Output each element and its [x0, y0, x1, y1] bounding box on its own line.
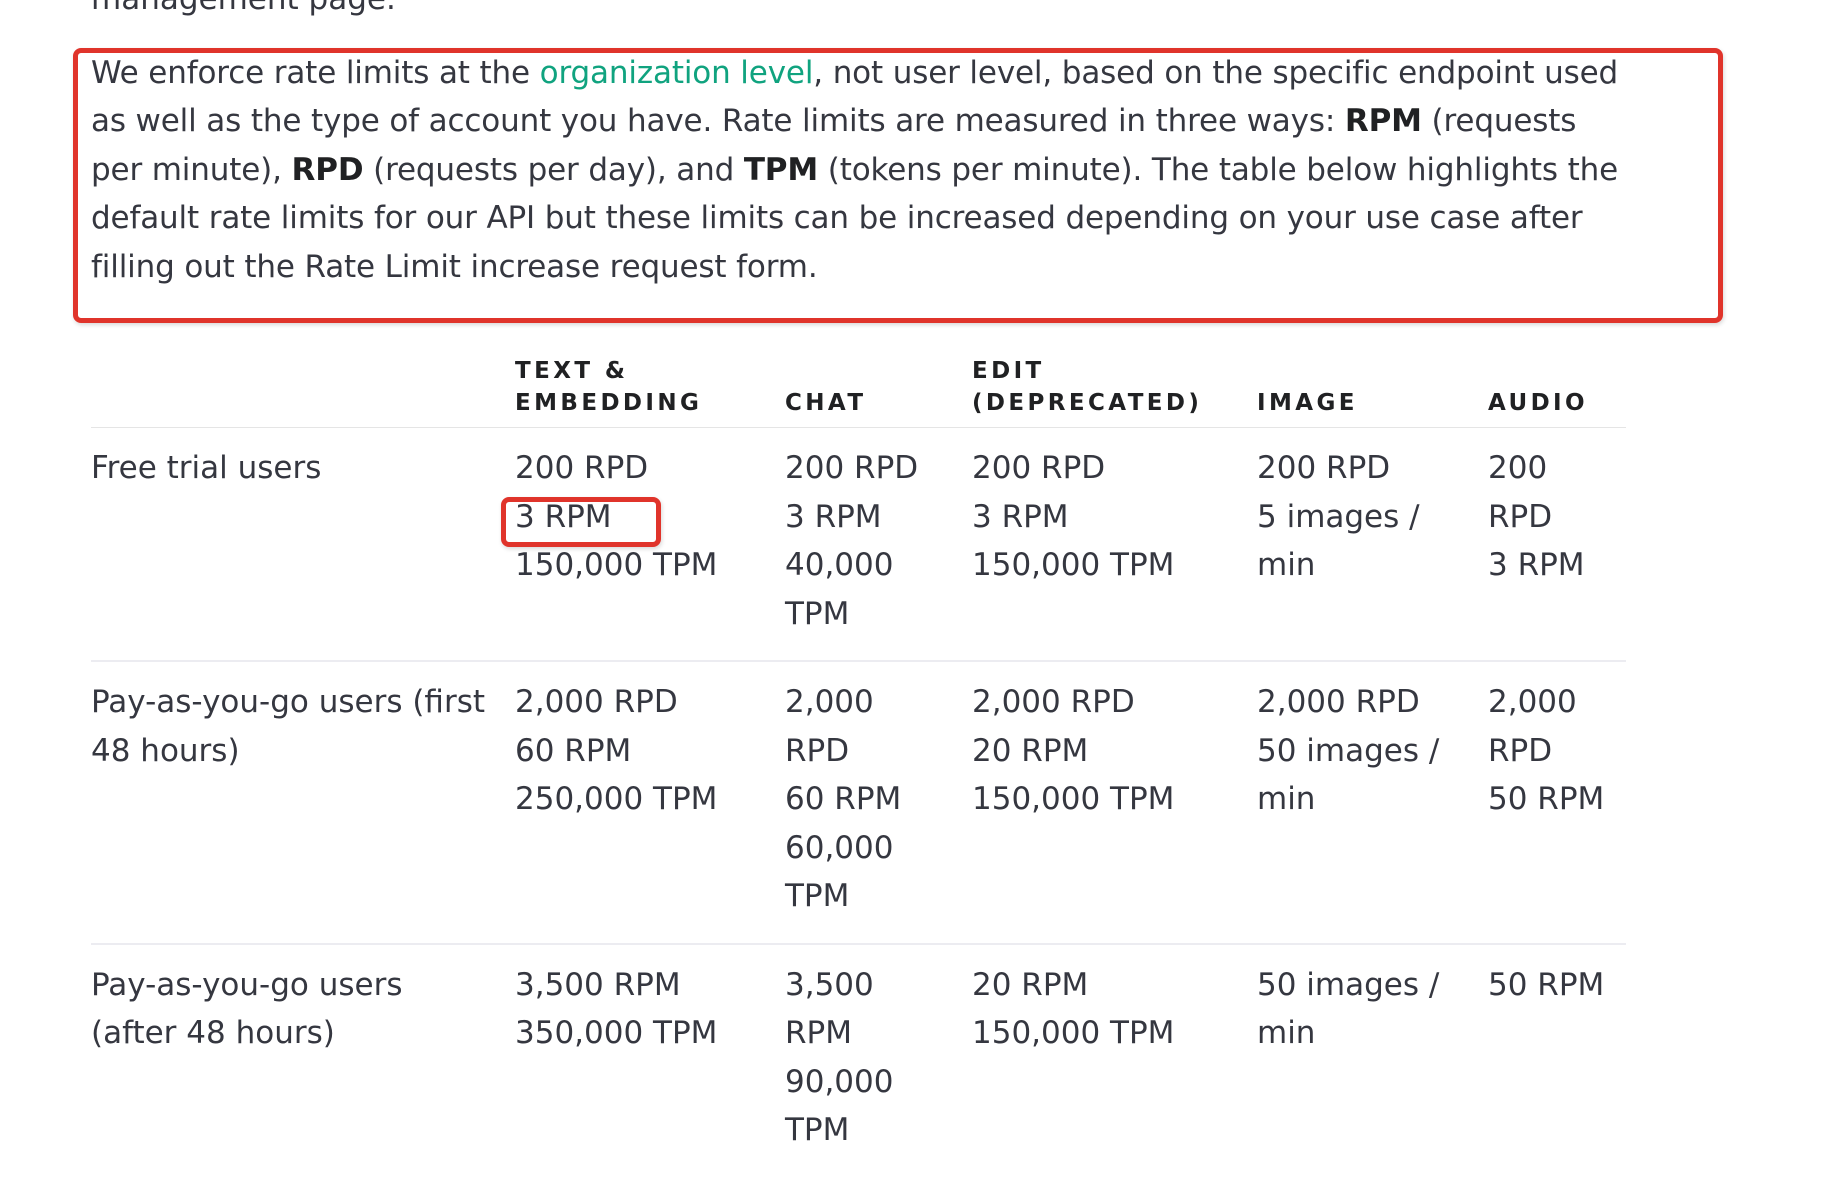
header-text-embedding: TEXT & EMBEDDING [515, 355, 785, 428]
header-image: IMAGE [1257, 355, 1488, 428]
cell-text-embedding: 200 RPD 3 RPM 150,000 TPM [515, 427, 785, 662]
table-row-free-trial: Free trial users 200 RPD 3 RPM 150,000 T… [91, 427, 1626, 662]
row-label: Free trial users [91, 427, 515, 662]
rpd-description: (requests per day), and [363, 151, 744, 188]
cell-audio: 2,000 RPD 50 RPM [1488, 661, 1626, 945]
cell-line: 200 RPD [515, 450, 649, 486]
header-chat: CHAT [785, 355, 972, 428]
header-edit: EDIT (DEPRECATED) [972, 355, 1257, 428]
cell-edit: 200 RPD 3 RPM 150,000 TPM [972, 427, 1257, 662]
rpm-term: RPM [1344, 103, 1422, 140]
highlighted-rpm-value: 3 RPM [515, 498, 612, 535]
header-user-type [91, 355, 515, 428]
cell-edit: 2,000 RPD 20 RPM 150,000 TPM [972, 661, 1257, 945]
organization-level-link[interactable]: organization level [540, 55, 814, 91]
table-row-payg-first-48h: Pay-as-you-go users (first 48 hours) 2,0… [91, 661, 1626, 945]
cell-chat: 3,500 RPM 90,000 TPM [785, 966, 894, 1149]
cell-image: 2,000 RPD 50 images / min [1257, 661, 1488, 945]
cell-edit: 20 RPM 150,000 TPM [972, 966, 1175, 1052]
header-audio: AUDIO [1488, 355, 1626, 428]
cell-text-embedding: 3,500 RPM 350,000 TPM [515, 966, 718, 1052]
cell-image: 200 RPD 5 images / min [1257, 427, 1488, 662]
previous-paragraph-fragment: management page. [91, 0, 396, 23]
cell-chat: 2,000 RPD 60 RPM 60,000 TPM [785, 661, 972, 945]
row-label: Pay-as-you-go users (first 48 hours) [91, 661, 515, 945]
cell-line: 150,000 TPM [515, 547, 718, 583]
intro-text-1: We enforce rate limits at the [91, 55, 540, 91]
table-row-payg-after-48h: Pay-as-you-go users (after 48 hours) 3,5… [91, 944, 1626, 1177]
row-label: Pay-as-you-go users (after 48 hours) [91, 966, 403, 1052]
cell-chat: 200 RPD 3 RPM 40,000 TPM [785, 427, 972, 662]
rate-limits-table: TEXT & EMBEDDING CHAT EDIT (DEPRECATED) … [91, 355, 1626, 1177]
rpd-term: RPD [291, 151, 364, 188]
cell-audio: 50 RPM [1488, 966, 1605, 1003]
rate-limits-intro-paragraph: We enforce rate limits at the organizati… [91, 49, 1631, 291]
cell-text-embedding: 2,000 RPD 60 RPM 250,000 TPM [515, 661, 785, 945]
tpm-term: TPM [743, 151, 819, 188]
table-header-row: TEXT & EMBEDDING CHAT EDIT (DEPRECATED) … [91, 355, 1626, 428]
cell-audio: 200 RPD 3 RPM [1488, 427, 1626, 662]
cell-image: 50 images / min [1257, 966, 1440, 1052]
